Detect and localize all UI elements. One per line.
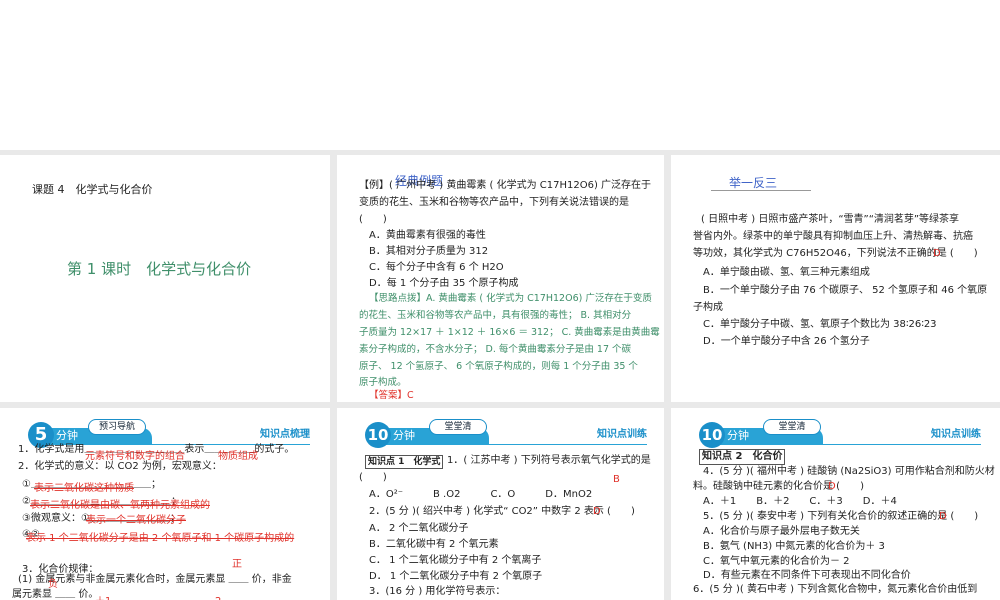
banner-tag: 预习导航 xyxy=(88,419,146,435)
text-line: 5．(5 分 )( 泰安中考 ) 下列有关化合价的叙述正确的是 ( ) xyxy=(703,511,979,522)
answer-text: 2 xyxy=(215,595,221,600)
text-line: D．有些元素在不同条件下可表现出不同化合价 xyxy=(703,570,911,581)
banner-kp: 知识点梳理 xyxy=(260,429,310,440)
analysis-line: 的花生、玉米和谷物等农产品中，具有很强的毒性； B. 其相对分 xyxy=(359,310,632,321)
answer-mark: D xyxy=(933,248,941,259)
text-line: A．O²⁻ B .O2 C．O D．MnO2 xyxy=(369,489,593,500)
slide-sorter: 课题 4 化学式与化合价 第 1 课时 化学式与化合价 经典例题 【例】( 广州… xyxy=(0,150,1000,600)
banner-tag: 堂堂清 xyxy=(763,419,821,435)
text-line: 6．(5 分 )( 黄石中考 ) 下列含氮化合物中，氮元素化合价由低到 xyxy=(693,584,978,595)
section-tag: 举一反三 xyxy=(729,176,778,190)
option: A．黄曲霉素有很强的毒性 xyxy=(369,230,486,241)
analysis-line: 素分子构成的，不含水分子； D. 每个黄曲霉素分子是由 17 个碳 xyxy=(359,344,632,355)
question-text: 变质的花生、玉米和谷物等农产品中，下列有关说法错误的是 xyxy=(359,197,629,208)
minutes-badge: 10 xyxy=(365,422,391,448)
question-text: 【例】( 广州中考 ) 黄曲霉素 ( 化学式为 C17H12O6) 广泛存在于 xyxy=(359,180,652,191)
answer-mark: B xyxy=(613,474,620,485)
option: A．单宁酸由碳、氢、氧三种元素组成 xyxy=(703,267,870,278)
answer-text: 表示 1 个二氧化碳分子是由 2 个氧原子和 1 个碳原子构成的 xyxy=(26,533,295,544)
slide-2[interactable]: 经典例题 【例】( 广州中考 ) 黄曲霉素 ( 化学式为 C17H12O6) 广… xyxy=(337,155,664,402)
option: C．单宁酸分子中碳、氢、氧原子个数比为 38∶26∶23 xyxy=(703,319,937,330)
answer-text: 物质组成 xyxy=(218,451,258,462)
banner-tag: 堂堂清 xyxy=(429,419,487,435)
text-line: 3．(16 分 ) 用化学符号表示： xyxy=(369,586,506,597)
option: D．一个单宁酸分子中含 26 个氢分子 xyxy=(703,336,870,347)
text-line: B．氨气 (NH3) 中氮元素的化合价为＋ 3 xyxy=(703,541,885,552)
answer-text: 表示二氧化碳是由碳、氧两种元素组成的 xyxy=(30,500,210,511)
analysis-line: 子质量为 12×17 ＋ 1×12 ＋ 16×6 ＝ 312； C. 黄曲霉素是… xyxy=(359,327,660,338)
knowledge-point-tag: 知识点 2 化合价 xyxy=(699,449,786,465)
text-line: (1) 金属元素与非金属元素化合时，金属元素显 ＿＿ 价，非金 xyxy=(18,574,292,585)
text-line: 1．( 江苏中考 ) 下列符号表示氧气化学式的是 xyxy=(447,455,651,466)
slide-4[interactable]: 分钟 5 预习导航 知识点梳理 1．化学式是用＿＿＿＿＿＿＿＿＿＿表示＿＿＿＿＿… xyxy=(0,408,330,600)
option: B．一个单宁酸分子由 76 个碳原子、 52 个氢原子和 46 个氧原 xyxy=(703,285,988,296)
slide-header: 课题 4 化学式与化合价 xyxy=(32,183,153,196)
option: C．每个分子中含有 6 个 H2O xyxy=(369,262,504,273)
knowledge-point-tag: 知识点 1 化学式 xyxy=(365,455,444,470)
slide-3[interactable]: 举一反三 ( 日照中考 ) 日照市盛产茶叶，“雪青”“清润茗芽”等绿茶享 誉省内… xyxy=(671,155,1000,402)
analysis-line: 原子构成。 xyxy=(359,377,407,388)
section-banner: 分钟 10 堂堂清 知识点训练 xyxy=(365,419,647,448)
option: 子构成 xyxy=(693,302,723,313)
answer-paren: ( ) xyxy=(359,214,387,225)
slide-5[interactable]: 分钟 10 堂堂清 知识点训练 知识点 1 化学式 1．( 江苏中考 ) 下列符… xyxy=(337,408,664,600)
banner-kp: 知识点训练 xyxy=(931,429,981,440)
text-line: A．＋1 B．＋2 C．＋3 D．＋4 xyxy=(703,496,897,507)
option: B．其相对分子质量为 312 xyxy=(369,246,489,257)
answer-text: 正 xyxy=(232,559,242,570)
answer-text: 表示一个二氧化碳分子 xyxy=(86,515,186,526)
answer-mark: D xyxy=(828,481,836,492)
slide-1[interactable]: 课题 4 化学式与化合价 第 1 课时 化学式与化合价 xyxy=(0,155,330,402)
minutes-badge: 10 xyxy=(699,422,725,448)
answer-text: ＋1 xyxy=(95,595,111,600)
option: D．每 1 个分子由 35 个原子构成 xyxy=(369,278,519,289)
text-line: D． 1 个二氧化碳分子中有 2 个氧原子 xyxy=(369,571,543,582)
analysis-line: 原子、 12 个氢原子、 6 个氧原子构成的，则每 1 个分子由 35 个 xyxy=(359,361,638,372)
text-line: C．氧气中氧元素的化合价为－ 2 xyxy=(703,556,850,567)
question-text: 誉省内外。绿茶中的单宁酸具有抑制血压上升、清热解毒、抗癌 xyxy=(693,231,973,242)
text-line: 2．化学式的意义：以 CO2 为例，宏观意义： xyxy=(18,461,222,472)
text-line: C． 1 个二氧化碳分子中有 2 个氧离子 xyxy=(369,555,542,566)
analysis-line: 【思路点拨】A. 黄曲霉素 ( 化学式为 C17H12O6) 广泛存在于变质 xyxy=(369,293,652,304)
text-line: 4．(5 分 )( 福州中考 ) 硅酸钠 (Na2SiO3) 可用作粘合剂和防火… xyxy=(703,466,995,477)
text-line: A． 2 个二氧化碳分子 xyxy=(369,523,469,534)
question-text: ( 日照中考 ) 日照市盛产茶叶，“雪青”“清润茗芽”等绿茶享 xyxy=(701,214,960,225)
section-banner: 分钟 10 堂堂清 知识点训练 xyxy=(699,419,981,448)
text-line: A．化合价与原子最外层电子数无关 xyxy=(703,526,860,537)
answer-mark: D xyxy=(593,506,601,517)
text-line: B．二氧化碳中有 2 个氧元素 xyxy=(369,539,499,550)
answer-text: 表示二氧化碳这种物质 xyxy=(34,483,134,494)
answer-text: 【答案】C xyxy=(369,390,414,401)
text-line: 属元素显 ＿＿ 价。 xyxy=(12,589,99,600)
answer-mark: D xyxy=(939,511,947,522)
slide-6[interactable]: 分钟 10 堂堂清 知识点训练 知识点 2 化合价 4．(5 分 )( 福州中考… xyxy=(671,408,1000,600)
text-line: 料。硅酸钠中硅元素的化合价是 ( ) xyxy=(693,481,864,492)
text-line: ( ) xyxy=(359,472,387,483)
slide-title: 第 1 课时 化学式与化合价 xyxy=(67,260,252,278)
banner-kp: 知识点训练 xyxy=(597,429,647,440)
